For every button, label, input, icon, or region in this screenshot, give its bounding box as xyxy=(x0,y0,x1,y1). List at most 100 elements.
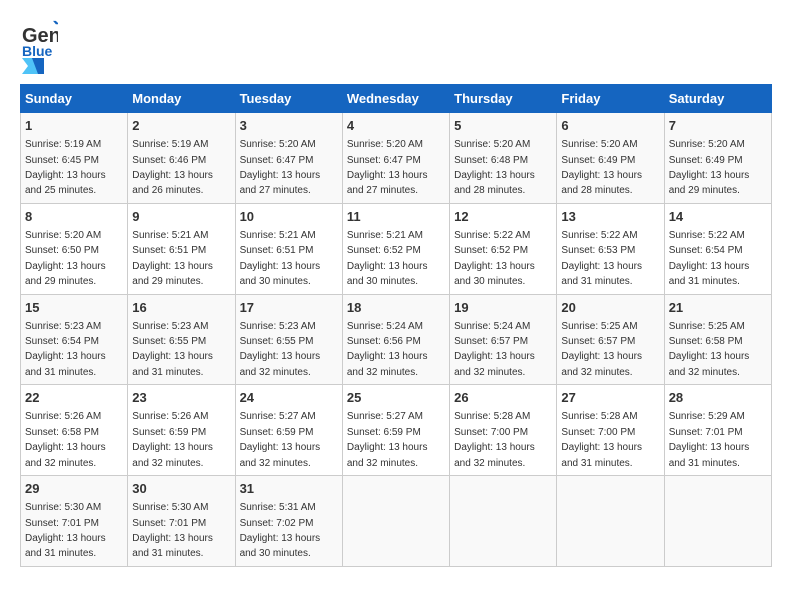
day-cell: 10 Sunrise: 5:21 AMSunset: 6:51 PMDaylig… xyxy=(235,203,342,294)
day-cell: 27 Sunrise: 5:28 AMSunset: 7:00 PMDaylig… xyxy=(557,385,664,476)
day-detail: Sunrise: 5:22 AMSunset: 6:54 PMDaylight:… xyxy=(669,230,750,287)
day-detail: Sunrise: 5:29 AMSunset: 7:01 PMDaylight:… xyxy=(669,411,750,468)
day-detail: Sunrise: 5:20 AMSunset: 6:48 PMDaylight:… xyxy=(454,139,535,196)
day-number: 19 xyxy=(454,299,552,317)
day-number: 8 xyxy=(25,208,123,226)
day-detail: Sunrise: 5:25 AMSunset: 6:57 PMDaylight:… xyxy=(561,321,642,378)
day-cell: 18 Sunrise: 5:24 AMSunset: 6:56 PMDaylig… xyxy=(342,294,449,385)
day-detail: Sunrise: 5:21 AMSunset: 6:51 PMDaylight:… xyxy=(240,230,321,287)
day-detail: Sunrise: 5:20 AMSunset: 6:49 PMDaylight:… xyxy=(561,139,642,196)
day-number: 23 xyxy=(132,389,230,407)
day-detail: Sunrise: 5:22 AMSunset: 6:52 PMDaylight:… xyxy=(454,230,535,287)
week-row: 8 Sunrise: 5:20 AMSunset: 6:50 PMDayligh… xyxy=(21,203,772,294)
day-cell: 26 Sunrise: 5:28 AMSunset: 7:00 PMDaylig… xyxy=(450,385,557,476)
day-cell: 28 Sunrise: 5:29 AMSunset: 7:01 PMDaylig… xyxy=(664,385,771,476)
day-number: 21 xyxy=(669,299,767,317)
day-number: 15 xyxy=(25,299,123,317)
day-number: 6 xyxy=(561,117,659,135)
day-number: 28 xyxy=(669,389,767,407)
column-header-sunday: Sunday xyxy=(21,85,128,113)
day-number: 13 xyxy=(561,208,659,226)
day-number: 29 xyxy=(25,480,123,498)
column-header-tuesday: Tuesday xyxy=(235,85,342,113)
day-cell: 21 Sunrise: 5:25 AMSunset: 6:58 PMDaylig… xyxy=(664,294,771,385)
day-cell: 23 Sunrise: 5:26 AMSunset: 6:59 PMDaylig… xyxy=(128,385,235,476)
day-cell xyxy=(342,476,449,567)
day-cell: 11 Sunrise: 5:21 AMSunset: 6:52 PMDaylig… xyxy=(342,203,449,294)
day-cell: 19 Sunrise: 5:24 AMSunset: 6:57 PMDaylig… xyxy=(450,294,557,385)
day-cell: 8 Sunrise: 5:20 AMSunset: 6:50 PMDayligh… xyxy=(21,203,128,294)
day-cell: 4 Sunrise: 5:20 AMSunset: 6:47 PMDayligh… xyxy=(342,113,449,204)
week-row: 1 Sunrise: 5:19 AMSunset: 6:45 PMDayligh… xyxy=(21,113,772,204)
day-cell: 5 Sunrise: 5:20 AMSunset: 6:48 PMDayligh… xyxy=(450,113,557,204)
day-detail: Sunrise: 5:31 AMSunset: 7:02 PMDaylight:… xyxy=(240,502,321,559)
day-number: 25 xyxy=(347,389,445,407)
day-number: 1 xyxy=(25,117,123,135)
day-number: 27 xyxy=(561,389,659,407)
day-cell xyxy=(557,476,664,567)
header-row: SundayMondayTuesdayWednesdayThursdayFrid… xyxy=(21,85,772,113)
calendar-table: SundayMondayTuesdayWednesdayThursdayFrid… xyxy=(20,84,772,567)
column-header-saturday: Saturday xyxy=(664,85,771,113)
day-detail: Sunrise: 5:30 AMSunset: 7:01 PMDaylight:… xyxy=(25,502,106,559)
day-number: 12 xyxy=(454,208,552,226)
day-detail: Sunrise: 5:28 AMSunset: 7:00 PMDaylight:… xyxy=(454,411,535,468)
day-cell: 12 Sunrise: 5:22 AMSunset: 6:52 PMDaylig… xyxy=(450,203,557,294)
week-row: 15 Sunrise: 5:23 AMSunset: 6:54 PMDaylig… xyxy=(21,294,772,385)
day-cell: 17 Sunrise: 5:23 AMSunset: 6:55 PMDaylig… xyxy=(235,294,342,385)
day-cell: 16 Sunrise: 5:23 AMSunset: 6:55 PMDaylig… xyxy=(128,294,235,385)
day-detail: Sunrise: 5:21 AMSunset: 6:52 PMDaylight:… xyxy=(347,230,428,287)
day-number: 30 xyxy=(132,480,230,498)
day-cell: 3 Sunrise: 5:20 AMSunset: 6:47 PMDayligh… xyxy=(235,113,342,204)
day-number: 24 xyxy=(240,389,338,407)
day-detail: Sunrise: 5:23 AMSunset: 6:54 PMDaylight:… xyxy=(25,321,106,378)
svg-text:Blue: Blue xyxy=(22,43,53,58)
day-number: 16 xyxy=(132,299,230,317)
day-detail: Sunrise: 5:20 AMSunset: 6:49 PMDaylight:… xyxy=(669,139,750,196)
day-number: 20 xyxy=(561,299,659,317)
column-header-friday: Friday xyxy=(557,85,664,113)
day-cell: 24 Sunrise: 5:27 AMSunset: 6:59 PMDaylig… xyxy=(235,385,342,476)
day-cell: 29 Sunrise: 5:30 AMSunset: 7:01 PMDaylig… xyxy=(21,476,128,567)
day-cell: 30 Sunrise: 5:30 AMSunset: 7:01 PMDaylig… xyxy=(128,476,235,567)
day-cell xyxy=(450,476,557,567)
day-cell: 14 Sunrise: 5:22 AMSunset: 6:54 PMDaylig… xyxy=(664,203,771,294)
day-number: 4 xyxy=(347,117,445,135)
day-cell: 13 Sunrise: 5:22 AMSunset: 6:53 PMDaylig… xyxy=(557,203,664,294)
day-detail: Sunrise: 5:27 AMSunset: 6:59 PMDaylight:… xyxy=(347,411,428,468)
day-number: 26 xyxy=(454,389,552,407)
day-number: 17 xyxy=(240,299,338,317)
day-cell: 22 Sunrise: 5:26 AMSunset: 6:58 PMDaylig… xyxy=(21,385,128,476)
day-cell: 25 Sunrise: 5:27 AMSunset: 6:59 PMDaylig… xyxy=(342,385,449,476)
column-header-thursday: Thursday xyxy=(450,85,557,113)
day-number: 2 xyxy=(132,117,230,135)
day-cell: 31 Sunrise: 5:31 AMSunset: 7:02 PMDaylig… xyxy=(235,476,342,567)
week-row: 29 Sunrise: 5:30 AMSunset: 7:01 PMDaylig… xyxy=(21,476,772,567)
day-detail: Sunrise: 5:20 AMSunset: 6:47 PMDaylight:… xyxy=(347,139,428,196)
day-number: 22 xyxy=(25,389,123,407)
day-number: 10 xyxy=(240,208,338,226)
day-number: 7 xyxy=(669,117,767,135)
day-detail: Sunrise: 5:19 AMSunset: 6:46 PMDaylight:… xyxy=(132,139,213,196)
day-cell: 1 Sunrise: 5:19 AMSunset: 6:45 PMDayligh… xyxy=(21,113,128,204)
day-cell xyxy=(664,476,771,567)
day-number: 18 xyxy=(347,299,445,317)
day-detail: Sunrise: 5:26 AMSunset: 6:59 PMDaylight:… xyxy=(132,411,213,468)
day-detail: Sunrise: 5:28 AMSunset: 7:00 PMDaylight:… xyxy=(561,411,642,468)
day-cell: 2 Sunrise: 5:19 AMSunset: 6:46 PMDayligh… xyxy=(128,113,235,204)
day-cell: 6 Sunrise: 5:20 AMSunset: 6:49 PMDayligh… xyxy=(557,113,664,204)
column-header-wednesday: Wednesday xyxy=(342,85,449,113)
day-detail: Sunrise: 5:23 AMSunset: 6:55 PMDaylight:… xyxy=(132,321,213,378)
day-number: 11 xyxy=(347,208,445,226)
day-number: 3 xyxy=(240,117,338,135)
day-cell: 20 Sunrise: 5:25 AMSunset: 6:57 PMDaylig… xyxy=(557,294,664,385)
day-detail: Sunrise: 5:20 AMSunset: 6:47 PMDaylight:… xyxy=(240,139,321,196)
day-number: 31 xyxy=(240,480,338,498)
day-number: 5 xyxy=(454,117,552,135)
day-number: 14 xyxy=(669,208,767,226)
logo-icon: General Blue xyxy=(20,20,58,58)
day-number: 9 xyxy=(132,208,230,226)
logo-arrow xyxy=(22,58,44,74)
day-detail: Sunrise: 5:24 AMSunset: 6:57 PMDaylight:… xyxy=(454,321,535,378)
column-header-monday: Monday xyxy=(128,85,235,113)
